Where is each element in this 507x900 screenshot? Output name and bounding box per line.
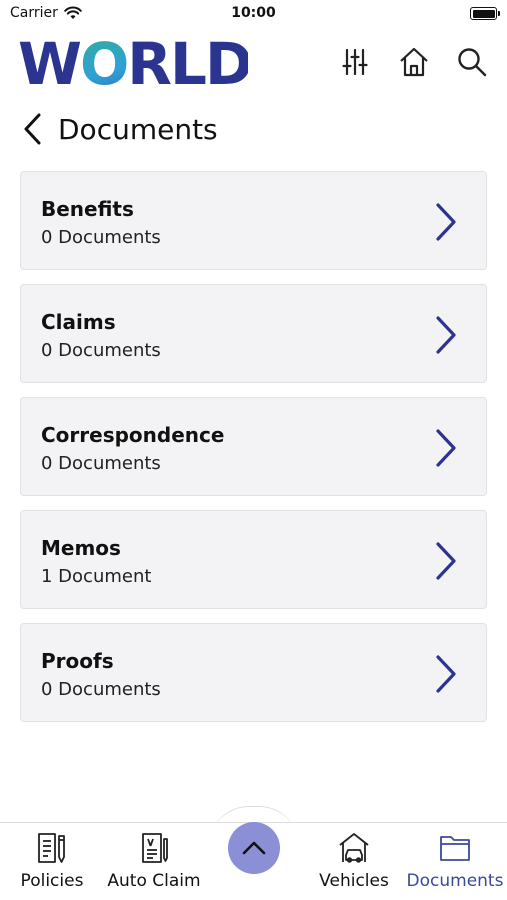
tab-policies[interactable]: Policies (14, 823, 90, 900)
auto-claim-icon (142, 833, 168, 863)
logo-text: WORLD (18, 34, 248, 90)
chevron-right-icon (436, 429, 456, 467)
battery-icon (470, 7, 500, 20)
category-name: Benefits (41, 197, 134, 221)
tab-label: Documents (406, 871, 504, 891)
tab-label: Policies (20, 871, 84, 891)
tab-vehicles[interactable]: Vehicles (314, 823, 394, 900)
clock: 10:00 (231, 5, 276, 21)
chevron-up-icon (242, 841, 266, 855)
sliders-icon[interactable] (339, 46, 371, 78)
category-count: 0 Documents (41, 227, 161, 248)
search-icon[interactable] (456, 46, 488, 78)
chevron-right-icon (436, 655, 456, 693)
document-category-benefits[interactable]: Benefits 0 Documents (20, 171, 487, 270)
tab-label: Vehicles (319, 871, 389, 891)
chevron-right-icon (436, 316, 456, 354)
page-heading: Documents (20, 106, 218, 152)
category-name: Proofs (41, 649, 114, 673)
world-logo[interactable]: WORLD (18, 34, 248, 90)
policies-icon (38, 833, 65, 863)
page-title: Documents (58, 112, 218, 146)
category-count: 0 Documents (41, 340, 161, 361)
status-bar: Carrier 10:00 (0, 0, 507, 28)
center-expand-button[interactable] (228, 822, 280, 874)
vehicles-icon (339, 833, 369, 863)
documents-folder-icon (440, 836, 470, 861)
chevron-right-icon (436, 203, 456, 241)
tab-documents[interactable]: Documents (406, 823, 504, 900)
home-icon[interactable] (398, 46, 430, 78)
category-count: 0 Documents (41, 453, 161, 474)
chevron-right-icon (436, 542, 456, 580)
document-category-proofs[interactable]: Proofs 0 Documents (20, 623, 487, 722)
document-category-list: Benefits 0 Documents Claims 0 Documents … (20, 171, 487, 736)
document-category-memos[interactable]: Memos 1 Document (20, 510, 487, 609)
category-count: 1 Document (41, 566, 152, 587)
tab-label: Auto Claim (107, 871, 201, 891)
app-header: WORLD (0, 30, 507, 92)
category-count: 0 Documents (41, 679, 161, 700)
tab-auto-claim[interactable]: Auto Claim (106, 823, 202, 900)
document-category-correspondence[interactable]: Correspondence 0 Documents (20, 397, 487, 496)
category-name: Claims (41, 310, 116, 334)
category-name: Correspondence (41, 423, 225, 447)
category-name: Memos (41, 536, 121, 560)
document-category-claims[interactable]: Claims 0 Documents (20, 284, 487, 383)
back-chevron-icon[interactable] (20, 111, 46, 147)
